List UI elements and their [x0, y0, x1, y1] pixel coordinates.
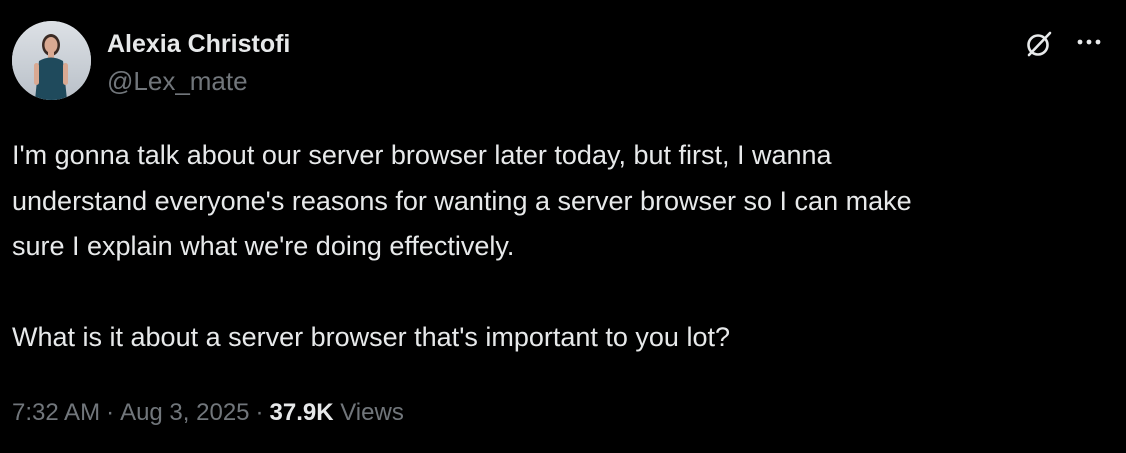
tweet-time[interactable]: 7:32 AM [12, 399, 100, 426]
display-name[interactable]: Alexia Christofi [107, 27, 290, 61]
grok-slash-circle-icon[interactable] [1023, 28, 1055, 60]
more-horizontal-icon[interactable] [1072, 30, 1106, 58]
meta-separator: · [106, 399, 115, 426]
tweet-text: I'm gonna talk about our server browser … [12, 133, 1112, 361]
meta-separator: · [255, 399, 264, 426]
views-label[interactable]: Views [340, 399, 404, 426]
tweet-card: Alexia Christofi @Lex_mate I'm gonna tal… [0, 0, 1126, 453]
tweet-date[interactable]: Aug 3, 2025 [120, 399, 249, 426]
avatar[interactable] [12, 21, 91, 100]
tweet-paragraph: I'm gonna talk about our server browser … [12, 140, 912, 261]
tweet-paragraph: What is it about a server browser that's… [12, 322, 730, 352]
tweet-meta: 7:32 AM · Aug 3, 2025 · 37.9K Views [12, 393, 404, 433]
user-handle[interactable]: @Lex_mate [107, 64, 248, 98]
views-count[interactable]: 37.9K [270, 399, 334, 426]
user-avatar-icon [12, 21, 91, 100]
